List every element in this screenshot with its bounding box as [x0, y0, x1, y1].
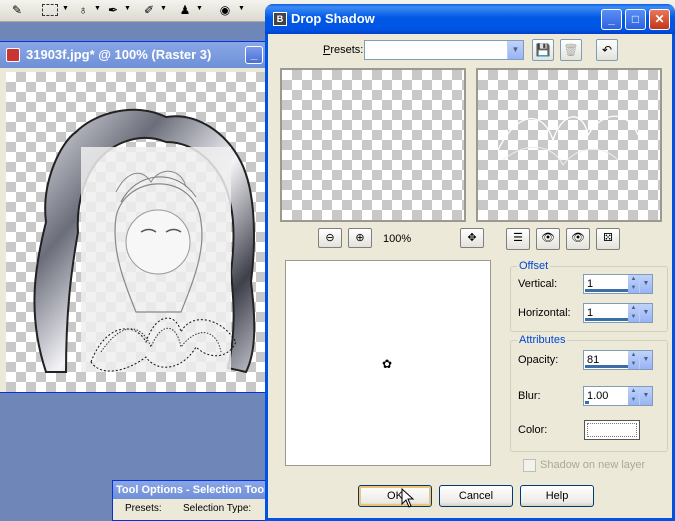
selection-tool-icon[interactable] [42, 4, 58, 16]
ok-button[interactable]: OK [358, 485, 432, 507]
horizontal-spinner[interactable]: 1 ▲ ▼ ▼ [583, 303, 653, 323]
vertical-spinner[interactable]: 1 ▲ ▼ ▼ [583, 274, 653, 294]
chevron-down-icon[interactable]: ▼ [124, 5, 131, 12]
dialog-title: Drop Shadow [291, 11, 375, 26]
chevron-down-icon[interactable]: ▼ [639, 351, 652, 369]
before-preview[interactable] [280, 68, 466, 222]
chevron-down-icon[interactable]: ▼ [160, 5, 167, 12]
after-preview[interactable] [476, 68, 662, 222]
brush-icon[interactable]: ✐ [140, 2, 158, 18]
auto-proof-icon[interactable]: 👁 [536, 228, 560, 250]
chevron-down-icon[interactable]: ▼ [507, 41, 523, 59]
color-label: Color: [518, 424, 548, 436]
vertical-label: Vertical: [518, 278, 558, 290]
offset-group-title: Offset [517, 260, 551, 272]
chevron-down-icon[interactable]: ▼ [62, 5, 69, 12]
image-canvas[interactable] [6, 72, 268, 392]
image-window: 31903f.jpg* @ 100% (Raster 3) _ [0, 41, 268, 393]
zoom-out-icon[interactable]: ⊖ [318, 228, 342, 248]
presets-label: Presets: [323, 44, 364, 56]
selection-type-label: Selection Type: [183, 503, 252, 514]
image-file-icon [6, 48, 20, 62]
attributes-group-title: Attributes [517, 334, 568, 346]
maximize-button[interactable]: □ [625, 9, 646, 30]
pan-icon[interactable]: ✥ [460, 228, 484, 248]
spin-updown-icon[interactable]: ▲ ▼ [628, 275, 639, 293]
shadow-new-layer-label: Shadow on new layer [540, 459, 646, 471]
stamp-icon[interactable]: ♟ [176, 2, 194, 18]
image-window-titlebar[interactable]: 31903f.jpg* @ 100% (Raster 3) _ [0, 42, 267, 68]
tool-options-title[interactable]: Tool Options - Selection Tool [113, 481, 271, 499]
minimize-button[interactable]: _ [601, 9, 622, 30]
save-preset-icon[interactable]: 💾 [532, 39, 554, 61]
chevron-down-icon[interactable]: ▼ [639, 275, 652, 293]
spin-updown-icon[interactable]: ▲ ▼ [628, 387, 639, 405]
vertical-slider-bar[interactable] [585, 289, 631, 292]
chevron-down-icon[interactable]: ▼ [238, 5, 245, 12]
preview-list-icon[interactable]: ☰ [506, 228, 530, 250]
shadow-color-swatch[interactable] [584, 420, 640, 440]
blur-value[interactable]: 1.00 [587, 390, 608, 402]
opacity-slider-bar[interactable] [585, 365, 631, 368]
opacity-label: Opacity: [518, 354, 559, 366]
frame-artwork [33, 108, 256, 374]
spin-updown-icon[interactable]: ▲ ▼ [628, 304, 639, 322]
color-replacer-icon[interactable]: ◉ [216, 2, 234, 18]
zoom-level: 100% [383, 233, 412, 245]
help-button[interactable]: Help [520, 485, 594, 507]
chevron-down-icon[interactable]: ▼ [196, 5, 203, 12]
shadow-new-layer-checkbox [523, 459, 536, 472]
chevron-down-icon[interactable]: ▼ [639, 387, 652, 405]
cancel-button[interactable]: Cancel [439, 485, 513, 507]
zoom-in-icon[interactable]: ⊕ [348, 228, 372, 248]
blur-slider-bar[interactable] [585, 401, 589, 404]
drop-shadow-dialog: B Drop Shadow _ □ ✕ Presets: ▼ 💾 🗑 ↶ ⊖ ⊕… [265, 4, 675, 521]
after-preview-artwork [497, 115, 639, 166]
opacity-spinner[interactable]: 81 ▲ ▼ ▼ [583, 350, 653, 370]
blur-spinner[interactable]: 1.00 ▲ ▼ ▼ [583, 386, 653, 406]
randomize-icon[interactable]: ⚄ [596, 228, 620, 250]
minimize-button[interactable]: _ [245, 46, 263, 64]
pen-icon[interactable]: ✎ [8, 2, 26, 18]
offset-crosshair-icon[interactable]: ✿ [382, 357, 392, 371]
dialog-titlebar[interactable]: B Drop Shadow _ □ ✕ [265, 4, 675, 34]
chevron-down-icon[interactable]: ▼ [639, 304, 652, 322]
delete-preset-icon: 🗑 [560, 39, 582, 61]
image-window-title: 31903f.jpg* @ 100% (Raster 3) [26, 47, 212, 62]
tool-options-palette: Tool Options - Selection Tool Presets: S… [112, 480, 272, 521]
app-icon: B [273, 12, 287, 26]
chevron-down-icon[interactable]: ▼ [94, 5, 101, 12]
close-button[interactable]: ✕ [649, 9, 670, 30]
dropper-icon[interactable]: ✒ [104, 2, 122, 18]
horizontal-slider-bar[interactable] [585, 318, 631, 321]
presets-dropdown[interactable]: ▼ [364, 40, 524, 60]
tool-options-presets-label: Presets: [125, 503, 162, 514]
horizontal-label: Horizontal: [518, 307, 571, 319]
blur-label: Blur: [518, 390, 541, 402]
offset-preview-area[interactable]: ✿ [285, 260, 491, 466]
proof-icon[interactable]: 👁 [566, 228, 590, 250]
lasso-icon[interactable]: ♁ [74, 2, 92, 18]
reset-icon[interactable]: ↶ [596, 39, 618, 61]
mouse-cursor-icon [401, 488, 415, 508]
spin-updown-icon[interactable]: ▲ ▼ [628, 351, 639, 369]
